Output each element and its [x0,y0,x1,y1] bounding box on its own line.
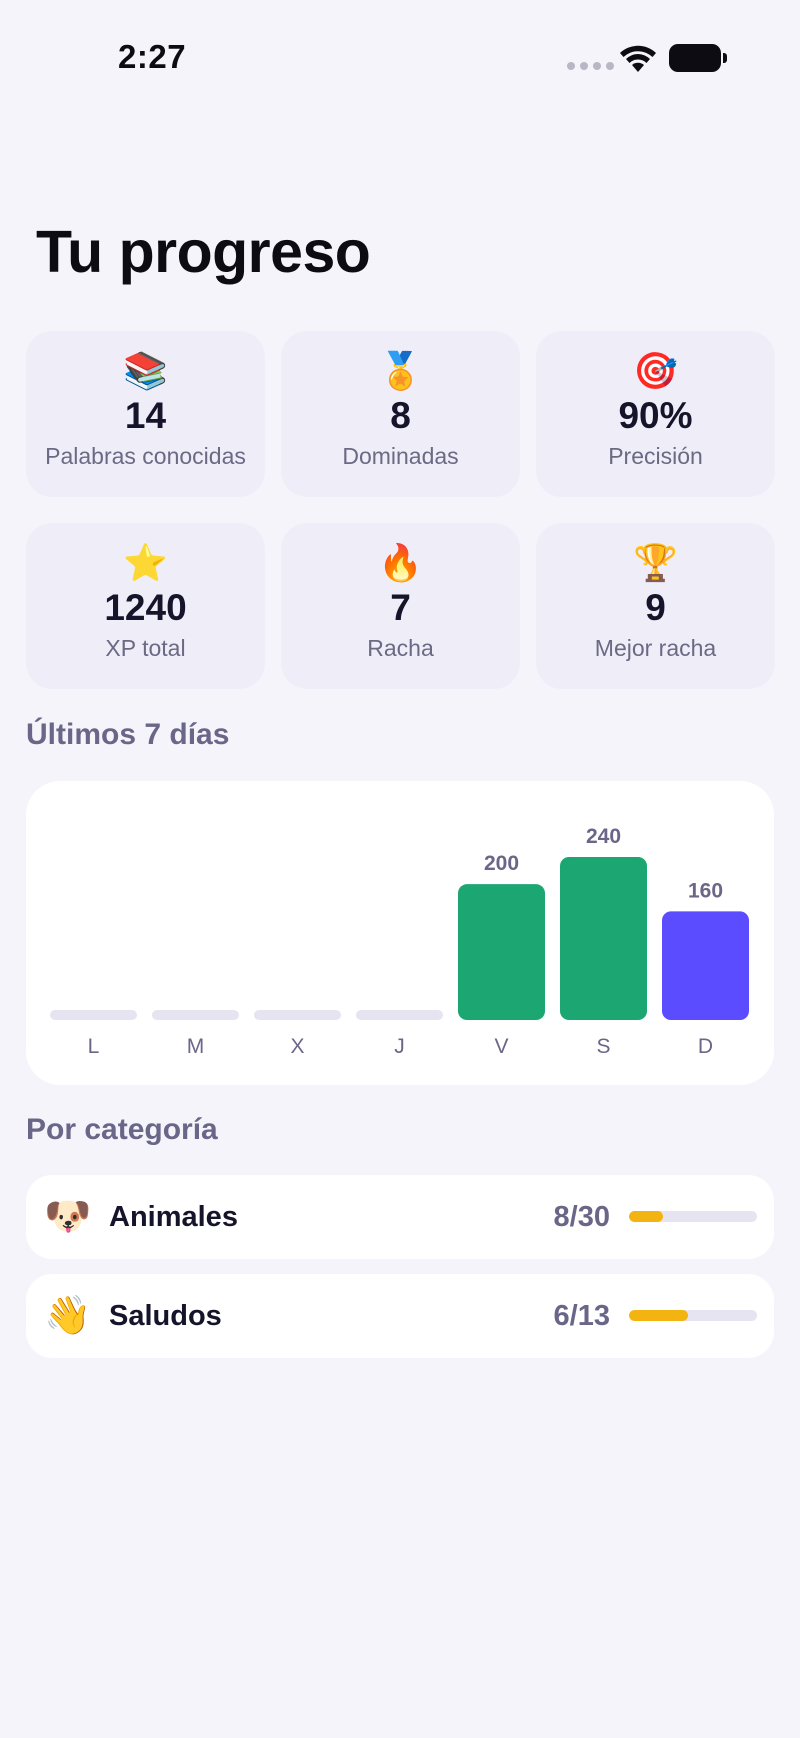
stats-grid: 📚 14 Palabras conocidas 🏅 8 Dominadas 🎯 … [26,331,775,689]
page-title: Tu progreso [36,219,371,285]
stat-label: XP total [105,635,186,661]
waving-hand-icon: 👋 [44,1295,92,1337]
weekly-xp-chart: L M X J 200 V 240 S 160 D [26,781,774,1085]
wifi-icon [620,45,656,72]
section-title-last-7-days: Últimos 7 días [26,718,230,751]
bar-value-label-v: 200 [484,852,519,875]
stat-card-accuracy: 🎯 90% Precisión [536,331,775,497]
stat-value: 14 [124,395,167,436]
bar-j [356,1010,443,1020]
category-name: Animales [109,1201,238,1233]
stat-value: 9 [645,587,666,628]
category-progress-bar [629,1211,757,1222]
bar-d [662,911,749,1020]
stat-label: Precisión [608,443,703,469]
battery-nub [723,53,727,63]
category-name: Saludos [109,1300,222,1332]
cellular-signal-icon [567,62,614,70]
status-bar: 2:27 [0,0,800,110]
dog-face-icon: 🐶 [44,1196,92,1238]
bar-v [458,884,545,1020]
category-count: 8/30 [553,1201,610,1233]
day-label-s: S [596,1035,610,1058]
trophy-icon: 🏆 [633,542,678,583]
fire-icon: 🔥 [378,542,423,583]
bar-s [560,857,647,1020]
section-title-by-category: Por categoría [26,1113,218,1146]
bar-l [50,1010,137,1020]
battery-icon [669,44,721,72]
category-count: 6/13 [553,1300,610,1332]
day-label-m: M [187,1035,205,1058]
star-icon: ⭐ [123,542,168,583]
stat-card-streak: 🔥 7 Racha [281,523,520,689]
day-label-d: D [698,1035,713,1058]
weekly-xp-chart-svg: L M X J 200 V 240 S 160 D [50,825,749,1058]
day-label-x: X [290,1035,304,1058]
stat-label: Palabras conocidas [45,443,246,469]
stat-card-known-words: 📚 14 Palabras conocidas [26,331,265,497]
category-row-saludos[interactable]: 👋 Saludos 6/13 [26,1274,774,1358]
bar-value-label-d: 160 [688,879,723,902]
stat-value: 1240 [104,587,187,628]
stat-label: Mejor racha [594,635,717,661]
target-icon: 🎯 [633,350,678,391]
stat-value: 8 [390,395,411,436]
day-label-l: L [88,1035,100,1058]
category-row-animales[interactable]: 🐶 Animales 8/30 [26,1175,774,1259]
books-icon: 📚 [123,350,168,391]
stat-card-total-xp: ⭐ 1240 XP total [26,523,265,689]
day-label-j: J [394,1035,405,1058]
stat-value: 7 [390,587,411,628]
stat-label: Racha [367,635,434,661]
stat-card-mastered: 🏅 8 Dominadas [281,331,520,497]
status-time: 2:27 [118,38,187,75]
stat-card-best-streak: 🏆 9 Mejor racha [536,523,775,689]
category-progress-fill [629,1211,664,1222]
category-progress-fill [629,1310,689,1321]
category-progress-bar [629,1310,757,1321]
bar-m [152,1010,239,1020]
stat-label: Dominadas [342,443,459,469]
stat-value: 90% [618,395,693,436]
bar-x [254,1010,341,1020]
day-label-v: V [494,1035,508,1058]
medal-icon: 🏅 [378,350,423,391]
bar-value-label-s: 240 [586,825,621,848]
